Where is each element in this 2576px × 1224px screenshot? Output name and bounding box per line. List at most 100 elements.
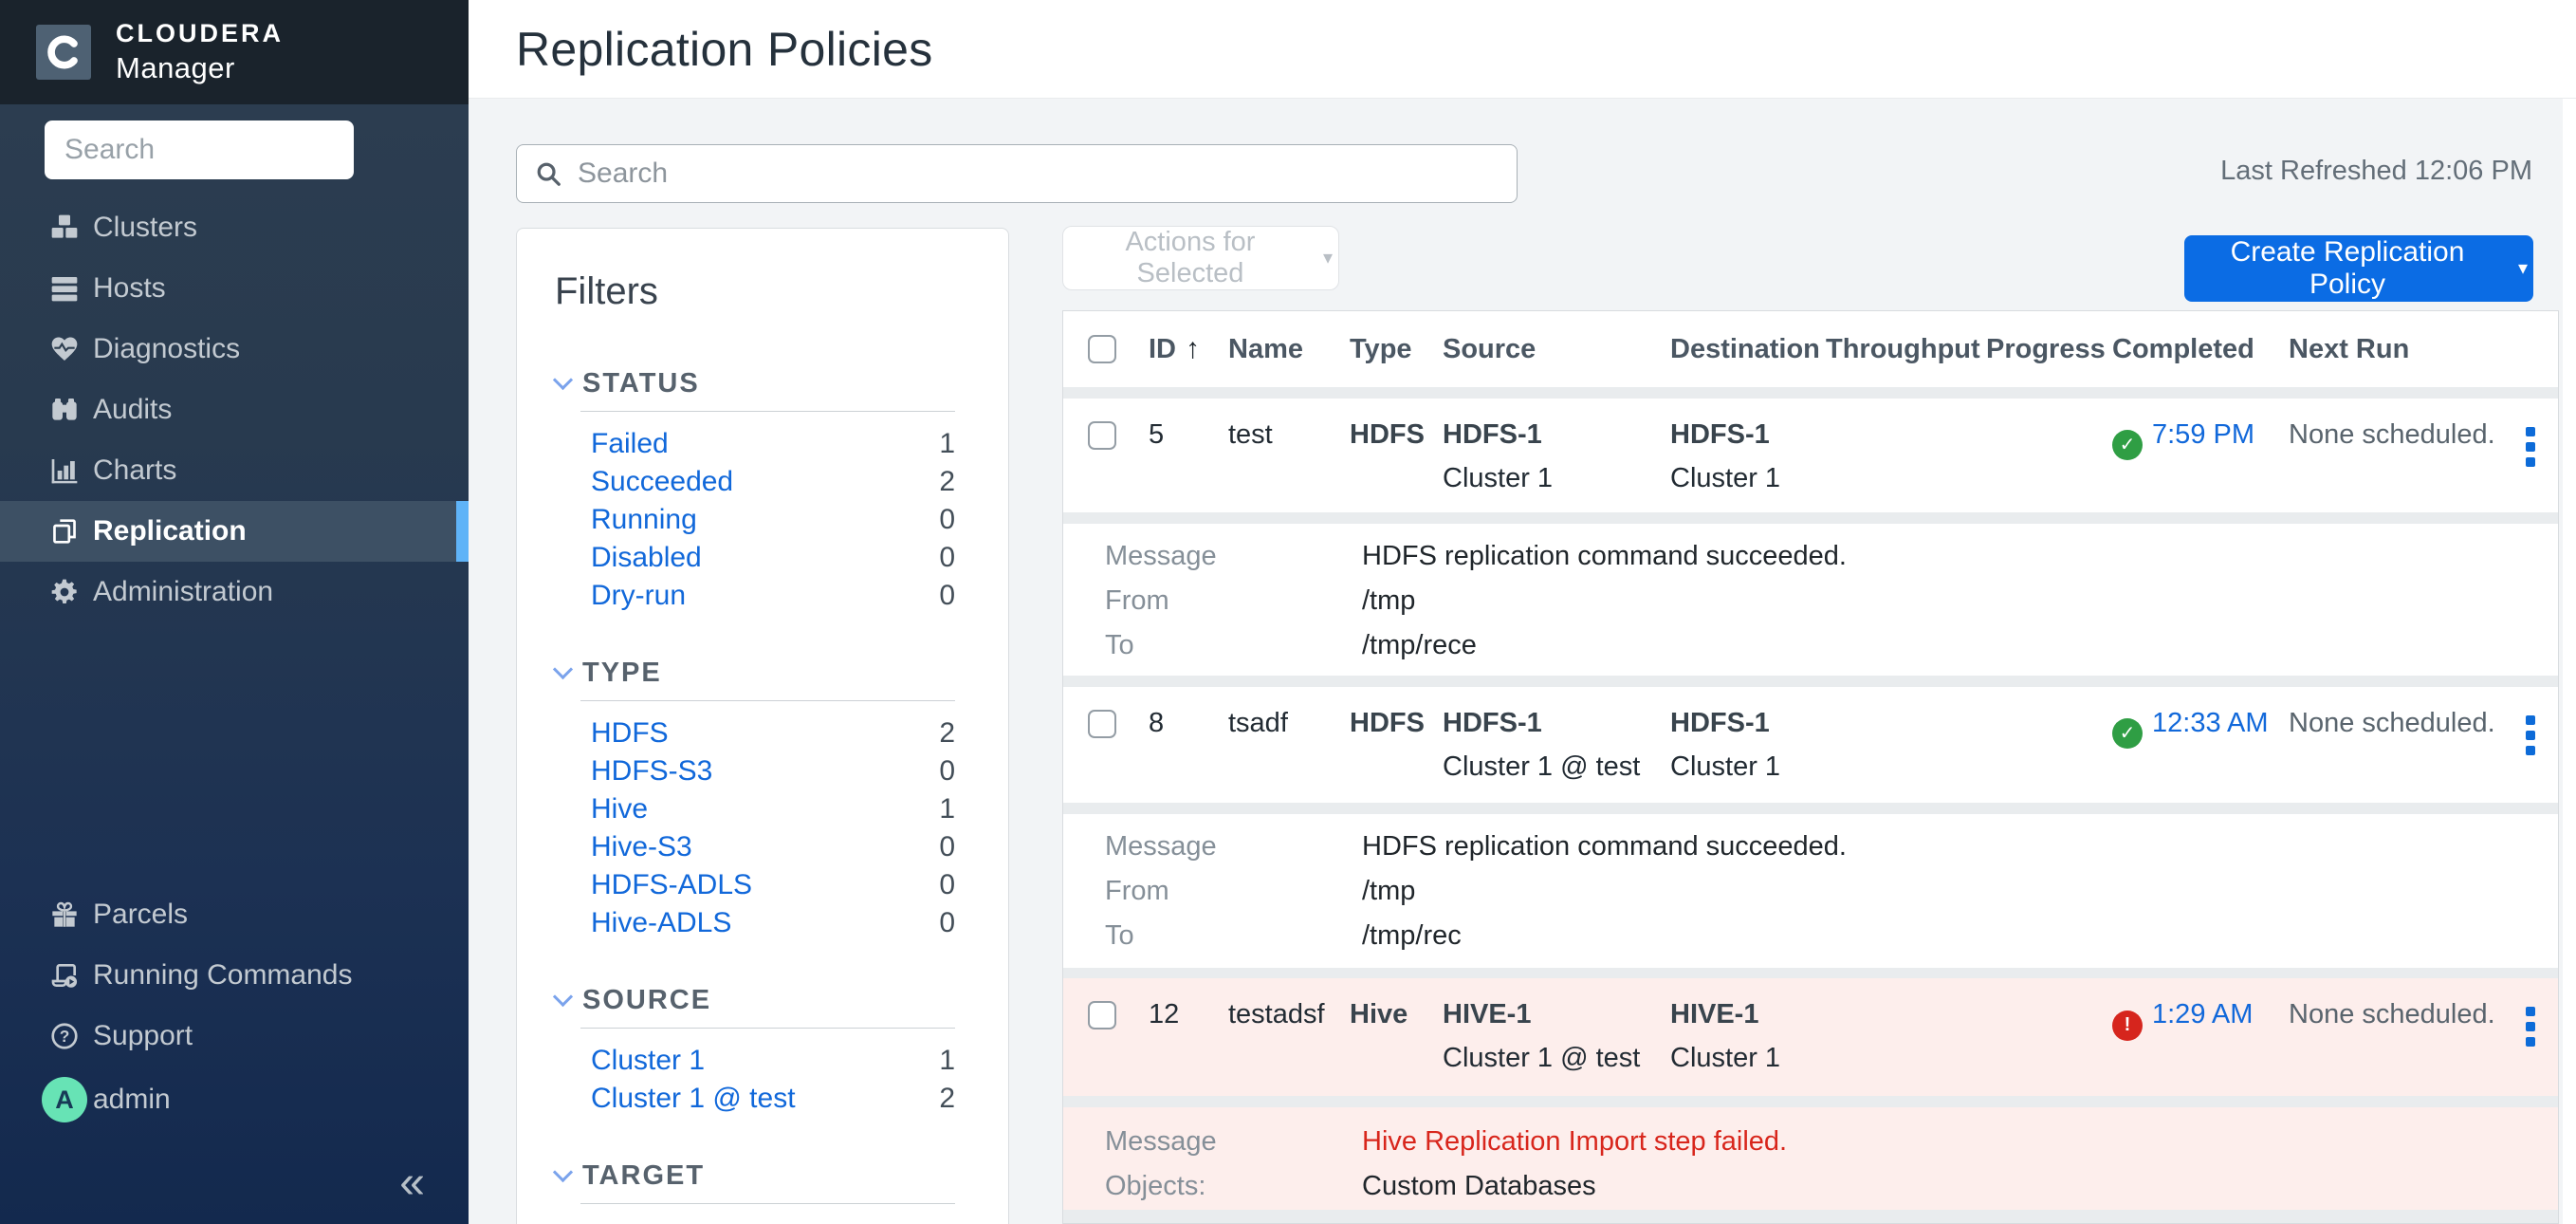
- column-header-progress[interactable]: Progress: [1986, 311, 2106, 387]
- cell-destination-cluster: Cluster 1: [1670, 463, 1780, 494]
- sidebar-item-label: Clusters: [93, 212, 197, 244]
- brand-line2: Manager: [116, 51, 284, 85]
- sidebar-item-clusters[interactable]: Clusters: [0, 197, 469, 258]
- policy-row: 5 test HDFS HDFS-1 Cluster 1 HDFS-1 Clus…: [1063, 399, 2558, 512]
- column-header-type[interactable]: Type: [1350, 311, 1412, 387]
- brand[interactable]: CLOUDERA Manager: [0, 0, 469, 104]
- success-icon: ✓: [2112, 718, 2143, 749]
- filter-link-disabled[interactable]: Disabled: [591, 542, 702, 574]
- sidebar-item-label: Parcels: [93, 899, 188, 931]
- completed-time-link[interactable]: 7:59 PM: [2152, 419, 2254, 450]
- row-checkbox[interactable]: [1088, 1001, 1116, 1029]
- cell-destination-cluster: Cluster 1: [1670, 751, 1780, 783]
- filter-link-failed[interactable]: Failed: [591, 428, 669, 460]
- filter-count: 2: [939, 1083, 955, 1115]
- caret-down-icon: ▾: [1323, 249, 1333, 268]
- row-checkbox[interactable]: [1088, 421, 1116, 450]
- detail-value: /tmp: [1362, 876, 1415, 907]
- filter-item: Running 0: [591, 501, 955, 539]
- policy-row: 8 tsadf HDFS HDFS-1 Cluster 1 @ test HDF…: [1063, 687, 2558, 803]
- filter-link-cluster-1-test[interactable]: Cluster 1 @ test: [591, 1083, 796, 1115]
- filter-count: 0: [939, 831, 955, 863]
- filter-link-dry-run[interactable]: Dry-run: [591, 580, 686, 612]
- filter-link-hdfs[interactable]: HDFS: [591, 717, 669, 750]
- filters-title: Filters: [555, 270, 1008, 314]
- actions-for-selected-button[interactable]: Actions for Selected ▾: [1062, 226, 1339, 290]
- filter-count: 2: [939, 717, 955, 750]
- column-header-next-run[interactable]: Next Run: [2289, 311, 2409, 387]
- filter-link-succeeded[interactable]: Succeeded: [591, 466, 733, 498]
- filter-section-type-header[interactable]: TYPE: [556, 657, 955, 689]
- filter-item: HDFS-S30: [591, 752, 955, 790]
- cell-completed: !1:29 AM: [2112, 999, 2253, 1041]
- row-menu-icon[interactable]: [2522, 712, 2539, 759]
- cell-id: 5: [1149, 419, 1164, 451]
- completed-time-link[interactable]: 12:33 AM: [2152, 708, 2269, 738]
- cell-source-service: HDFS-1: [1443, 708, 1542, 739]
- sidebar-item-audits[interactable]: Audits: [0, 380, 469, 440]
- sidebar-footer: Parcels Running Commands ? Support A adm…: [0, 884, 469, 1224]
- sidebar-item-parcels[interactable]: Parcels: [0, 884, 469, 945]
- sidebar-user[interactable]: A admin: [0, 1066, 469, 1133]
- create-replication-policy-button[interactable]: Create Replication Policy ▾: [2184, 235, 2533, 302]
- sidebar-item-replication[interactable]: Replication: [0, 501, 469, 562]
- sidebar-item-diagnostics[interactable]: Diagnostics: [0, 319, 469, 380]
- sidebar-item-charts[interactable]: Charts: [0, 440, 469, 501]
- filter-link-hive[interactable]: Hive: [591, 793, 648, 825]
- collapse-sidebar-icon[interactable]: «: [399, 1157, 425, 1209]
- column-header-destination[interactable]: Destination: [1670, 311, 1820, 387]
- column-header-name[interactable]: Name: [1228, 311, 1303, 387]
- completed-time-link[interactable]: 1:29 AM: [2152, 999, 2253, 1029]
- filter-link-hive-adls[interactable]: Hive-ADLS: [591, 907, 731, 939]
- select-all-checkbox[interactable]: [1088, 335, 1116, 363]
- user-avatar: A: [42, 1077, 87, 1122]
- hosts-icon: [47, 273, 82, 304]
- column-header-throughput[interactable]: Throughput: [1826, 311, 1980, 387]
- chevron-down-icon: [553, 986, 573, 1006]
- cell-source-cluster: Cluster 1: [1443, 463, 1553, 494]
- column-header-source[interactable]: Source: [1443, 311, 1536, 387]
- filter-link-hdfs-adls[interactable]: HDFS-ADLS: [591, 869, 752, 901]
- filter-link-cluster-1[interactable]: Cluster 1: [591, 1045, 705, 1077]
- filter-item: Hive-S3 0: [591, 828, 955, 866]
- divider: [580, 1203, 955, 1204]
- filter-section-source-header[interactable]: SOURCE: [556, 984, 955, 1016]
- sidebar-item-administration[interactable]: Administration: [0, 562, 469, 622]
- detail-value: /tmp/rec: [1362, 920, 1462, 952]
- filter-item: Cluster 1 @ test 2: [591, 1080, 955, 1118]
- filter-count: 2: [939, 466, 955, 498]
- sidebar-item-support[interactable]: ? Support: [0, 1006, 469, 1066]
- detail-value: HDFS replication command succeeded.: [1362, 541, 1847, 572]
- filter-count: 0: [939, 907, 955, 939]
- scrollbar-track[interactable]: [2563, 99, 2576, 1224]
- sidebar-search-input[interactable]: [45, 121, 354, 179]
- detail-label: To: [1105, 920, 1134, 952]
- filter-section-status-header[interactable]: STATUS: [556, 367, 955, 399]
- cell-next-run: None scheduled.: [2289, 999, 2495, 1030]
- row-checkbox[interactable]: [1088, 710, 1116, 738]
- column-header-completed[interactable]: Completed: [2112, 311, 2254, 387]
- sidebar-item-label: Replication: [93, 515, 247, 547]
- caret-down-icon: ▾: [2518, 259, 2528, 278]
- filter-link-hdfs-s3[interactable]: HDFS-S3: [591, 755, 712, 788]
- filter-link-running[interactable]: Running: [591, 504, 697, 536]
- cell-type: HDFS: [1350, 419, 1425, 451]
- row-menu-icon[interactable]: [2522, 423, 2539, 471]
- sidebar-item-label: Running Commands: [93, 959, 352, 992]
- filter-link-hive-s3[interactable]: Hive-S3: [591, 831, 692, 863]
- filter-item: HDFS 2: [591, 714, 955, 752]
- filter-section-target-header[interactable]: TARGET: [556, 1159, 955, 1192]
- sidebar-item-hosts[interactable]: Hosts: [0, 258, 469, 319]
- detail-label: Message: [1105, 1126, 1217, 1158]
- sidebar-nav: Clusters Hosts Diagnostics Audits Charts: [0, 197, 469, 622]
- column-header-id[interactable]: ID↑: [1149, 311, 1200, 387]
- row-menu-icon[interactable]: [2522, 1003, 2539, 1050]
- filter-item: Dry-run0: [591, 577, 955, 615]
- sidebar-item-running-commands[interactable]: Running Commands: [0, 945, 469, 1006]
- policy-search-input[interactable]: [576, 157, 1500, 191]
- table-header-row: ID↑ Name Type Source Destination Through…: [1063, 311, 2558, 387]
- detail-value: Custom Databases: [1362, 1171, 1596, 1202]
- divider: [580, 1028, 955, 1029]
- sort-ascending-icon: ↑: [1186, 333, 1200, 364]
- filter-count: 0: [939, 504, 955, 536]
